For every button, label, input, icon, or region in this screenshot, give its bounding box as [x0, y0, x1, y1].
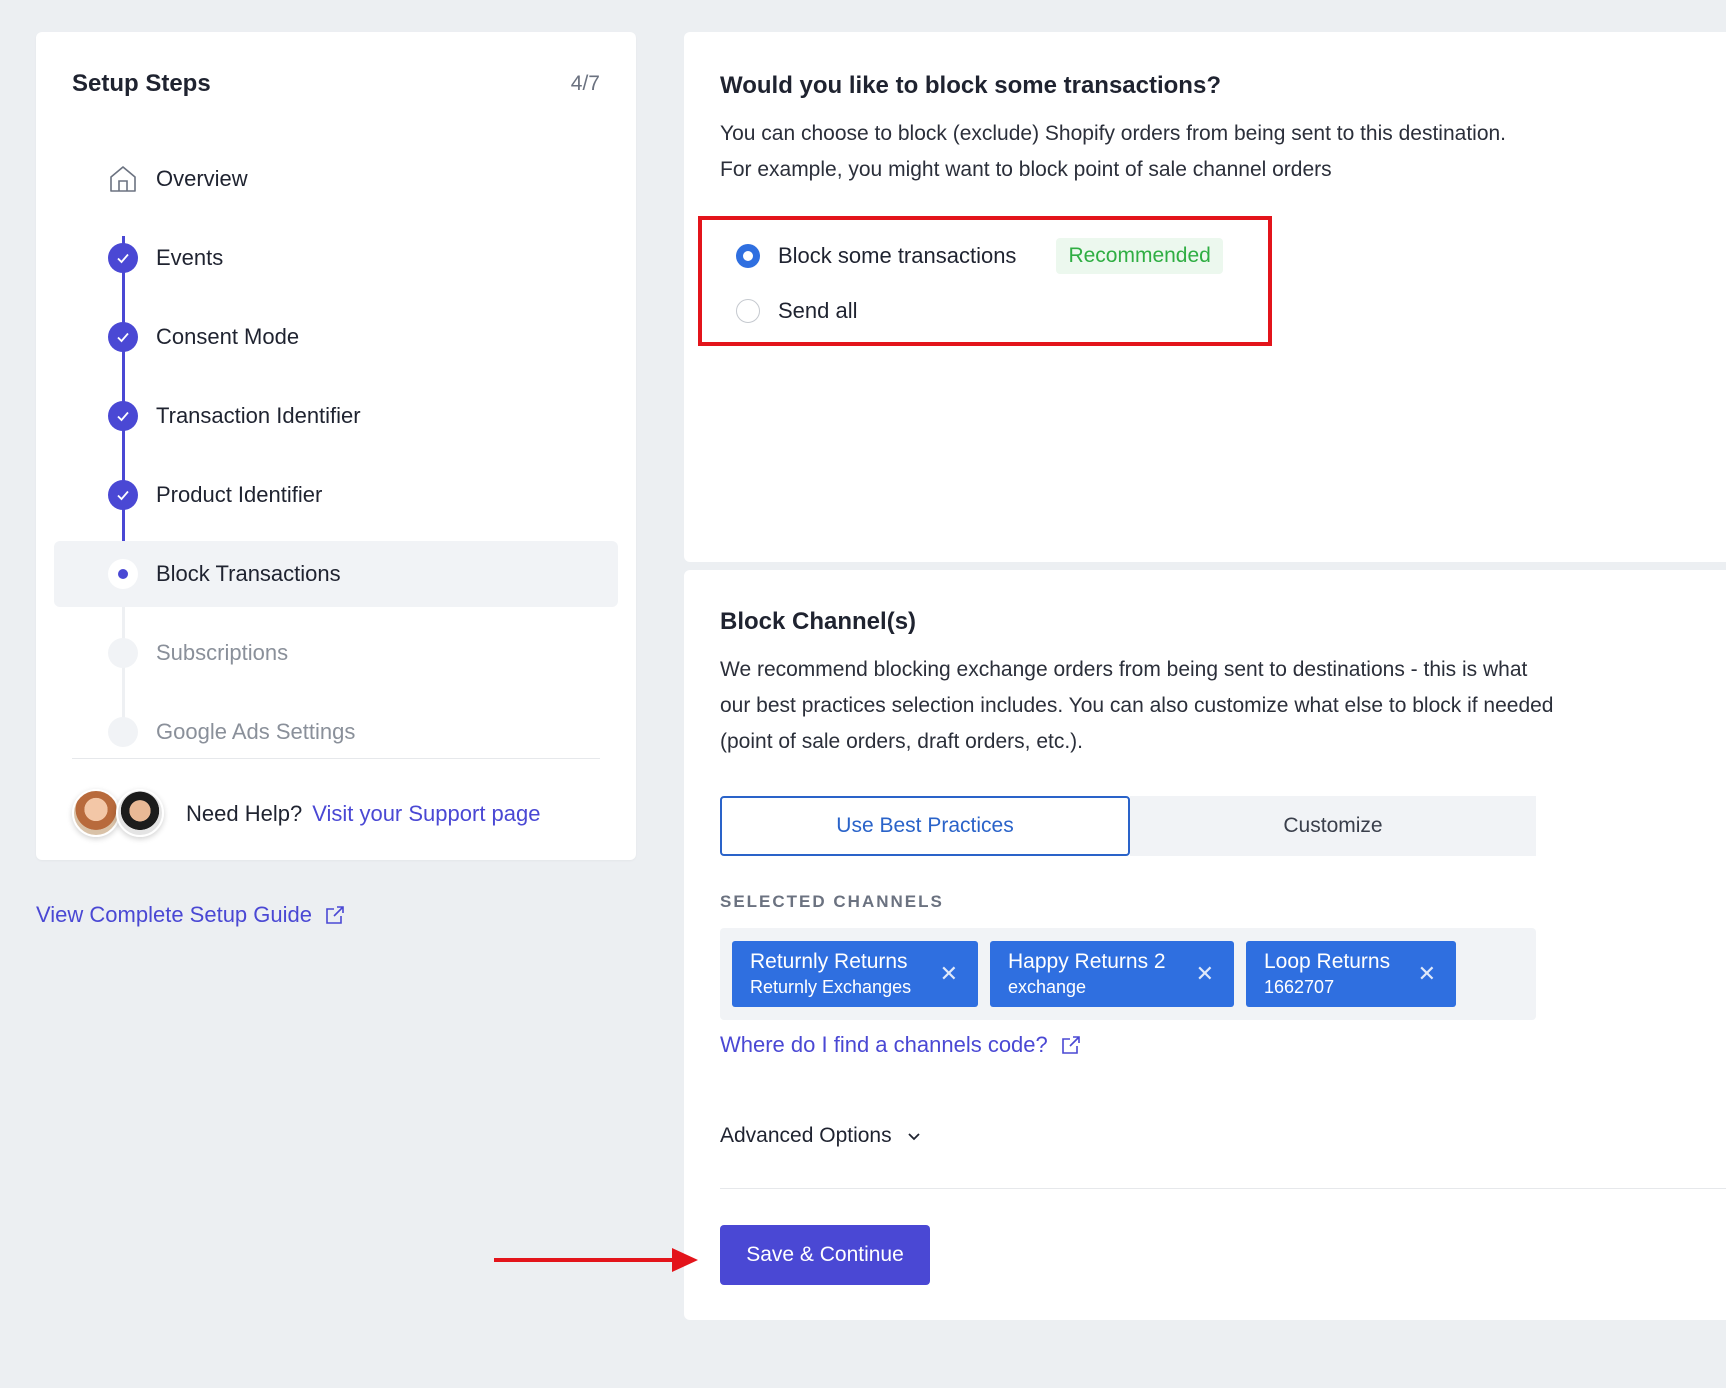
recommended-badge: Recommended — [1056, 238, 1223, 274]
radio-label: Block some transactions — [778, 243, 1017, 268]
divider — [720, 1188, 1726, 1189]
support-page-link[interactable]: Visit your Support page — [312, 801, 540, 827]
tab-use-best-practices[interactable]: Use Best Practices — [720, 796, 1130, 856]
setup-guide-link[interactable]: View Complete Setup Guide — [36, 902, 346, 928]
block-channels-card: Block Channel(s) We recommend blocking e… — [684, 570, 1726, 1320]
avatar — [116, 789, 164, 837]
current-step-dot-icon — [108, 559, 138, 589]
avatar — [72, 789, 120, 837]
setup-steps-count: 4/7 — [570, 72, 600, 95]
remove-chip-icon[interactable]: ✕ — [1196, 961, 1214, 987]
radio-send-all[interactable]: Send all — [736, 298, 858, 324]
block-question-card: Would you like to block some transaction… — [684, 32, 1726, 562]
setup-steps-card: Setup Steps 4/7 Overview Events Consent … — [36, 32, 636, 860]
radio-unchecked-icon — [736, 299, 760, 323]
remove-chip-icon[interactable]: ✕ — [1418, 961, 1436, 987]
channel-chip-returnly: Returnly Returns Returnly Exchanges ✕ — [732, 941, 978, 1007]
external-link-icon — [326, 906, 344, 924]
step-block-transactions[interactable]: Block Transactions — [54, 541, 618, 607]
step-events[interactable]: Events — [54, 225, 618, 291]
step-label: Consent Mode — [156, 324, 300, 349]
tab-customize[interactable]: Customize — [1130, 796, 1536, 856]
chip-name: Returnly Returns — [750, 950, 908, 973]
step-google-ads-settings[interactable]: Google Ads Settings — [54, 699, 618, 765]
step-consent-mode[interactable]: Consent Mode — [54, 304, 618, 370]
check-icon — [108, 243, 138, 273]
remove-chip-icon[interactable]: ✕ — [940, 961, 958, 987]
pending-step-icon — [108, 717, 138, 747]
mode-segmented-control: Use Best Practices Customize — [720, 796, 1536, 856]
check-icon — [108, 480, 138, 510]
setup-steps-header: Setup Steps 4/7 — [72, 70, 600, 98]
channel-chip-loop-returns: Loop Returns 1662707 ✕ — [1246, 941, 1456, 1007]
home-icon — [108, 164, 138, 194]
step-label: Overview — [156, 166, 248, 191]
step-label: Subscriptions — [156, 640, 289, 665]
channels-code-help-label: Where do I find a channels code? — [720, 1032, 1048, 1057]
step-overview[interactable]: Overview — [54, 146, 618, 212]
step-label: Transaction Identifier — [156, 403, 361, 428]
advanced-options-toggle[interactable]: Advanced Options — [720, 1124, 922, 1148]
chevron-down-icon — [907, 1133, 920, 1141]
annotation-arrow-head — [672, 1248, 698, 1272]
channel-chip-happy-returns: Happy Returns 2 exchange ✕ — [990, 941, 1234, 1007]
step-label: Product Identifier — [156, 482, 323, 507]
setup-guide-link-label: View Complete Setup Guide — [36, 902, 312, 927]
annotation-arrow — [494, 1258, 678, 1262]
radio-checked-icon — [736, 244, 760, 268]
help-row: Need Help? Visit your Support page — [72, 784, 540, 844]
divider — [72, 758, 600, 759]
check-icon — [108, 322, 138, 352]
radio-label: Send all — [778, 298, 858, 323]
step-transaction-identifier[interactable]: Transaction Identifier — [54, 383, 618, 449]
external-link-icon — [1061, 1036, 1080, 1054]
step-product-identifier[interactable]: Product Identifier — [54, 462, 618, 528]
step-label: Block Transactions — [156, 561, 341, 586]
setup-steps-title: Setup Steps — [72, 70, 211, 97]
advanced-options-label: Advanced Options — [720, 1124, 892, 1147]
block-question-title: Would you like to block some transaction… — [720, 72, 1221, 99]
channels-code-help-link[interactable]: Where do I find a channels code? — [720, 1032, 1082, 1058]
chip-name: Loop Returns — [1264, 950, 1391, 973]
step-label: Events — [156, 245, 224, 270]
check-icon — [108, 401, 138, 431]
help-text: Need Help? — [186, 801, 303, 826]
block-channels-title: Block Channel(s) — [720, 608, 917, 635]
block-question-description: You can choose to block (exclude) Shopif… — [720, 122, 1507, 181]
radio-block-some[interactable]: Block some transactions Recommended — [736, 238, 1223, 274]
highlight-annotation-box — [698, 216, 1272, 346]
chip-code: Returnly Exchanges — [750, 977, 912, 997]
step-label: Google Ads Settings — [156, 719, 356, 744]
save-continue-button[interactable]: Save & Continue — [720, 1225, 930, 1285]
chip-name: Happy Returns 2 — [1008, 950, 1166, 973]
step-subscriptions[interactable]: Subscriptions — [54, 620, 618, 686]
chip-code: 1662707 — [1264, 977, 1335, 997]
support-avatars — [72, 787, 172, 841]
selected-channels-list: Returnly Returns Returnly Exchanges ✕ Ha… — [720, 928, 1536, 1020]
block-channels-description: We recommend blocking exchange orders fr… — [720, 658, 1554, 753]
chip-code: exchange — [1008, 977, 1087, 997]
pending-step-icon — [108, 638, 138, 668]
selected-channels-label: SELECTED CHANNELS — [720, 892, 944, 911]
